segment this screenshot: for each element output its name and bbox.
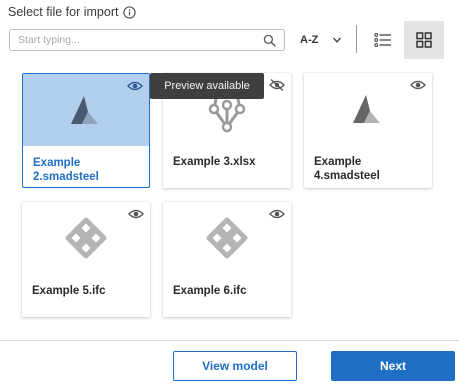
preview-tooltip: Preview available <box>150 73 264 99</box>
file-name: Example 4.smadsteel <box>314 156 380 182</box>
eye-icon[interactable] <box>128 208 144 220</box>
ifc-logo-icon <box>65 217 107 259</box>
ifc-logo-icon <box>206 217 248 259</box>
search-icon[interactable] <box>263 34 276 47</box>
footer-divider <box>0 340 459 341</box>
list-view-button[interactable] <box>363 21 403 59</box>
sort-dropdown[interactable]: A-Z <box>300 31 350 49</box>
page-title: Select file for import <box>8 5 119 19</box>
file-card[interactable]: Example 4.smadsteel <box>304 73 432 188</box>
eye-icon[interactable] <box>410 79 426 91</box>
grid-view-button[interactable] <box>404 21 444 59</box>
smadsteel-logo-icon <box>353 95 380 123</box>
file-name: Example 6.ifc <box>173 285 247 297</box>
smadsteel-logo-icon <box>71 96 98 124</box>
file-card[interactable]: Example 5.ifc <box>22 202 150 317</box>
import-header: Select file for import <box>8 5 137 19</box>
sort-label: A-Z <box>300 34 319 46</box>
file-card[interactable]: Example 6.ifc <box>163 202 291 317</box>
file-name: Example 3.xlsx <box>173 156 256 168</box>
chevron-down-icon <box>333 37 342 43</box>
eye-off-icon[interactable] <box>269 79 285 91</box>
file-name: Example 2.smadsteel <box>33 157 99 183</box>
search-box <box>9 29 285 51</box>
info-icon[interactable] <box>123 5 137 19</box>
toolbar-divider <box>356 25 357 53</box>
grid-view-icon <box>416 32 432 48</box>
list-view-icon <box>374 33 391 47</box>
file-card[interactable]: Example 2.smadsteel <box>22 73 150 188</box>
next-button[interactable]: Next <box>331 351 455 381</box>
eye-icon[interactable] <box>127 80 143 92</box>
eye-icon[interactable] <box>269 208 285 220</box>
file-name: Example 5.ifc <box>32 285 106 297</box>
view-model-button[interactable]: View model <box>173 351 297 381</box>
search-input[interactable] <box>10 30 250 50</box>
